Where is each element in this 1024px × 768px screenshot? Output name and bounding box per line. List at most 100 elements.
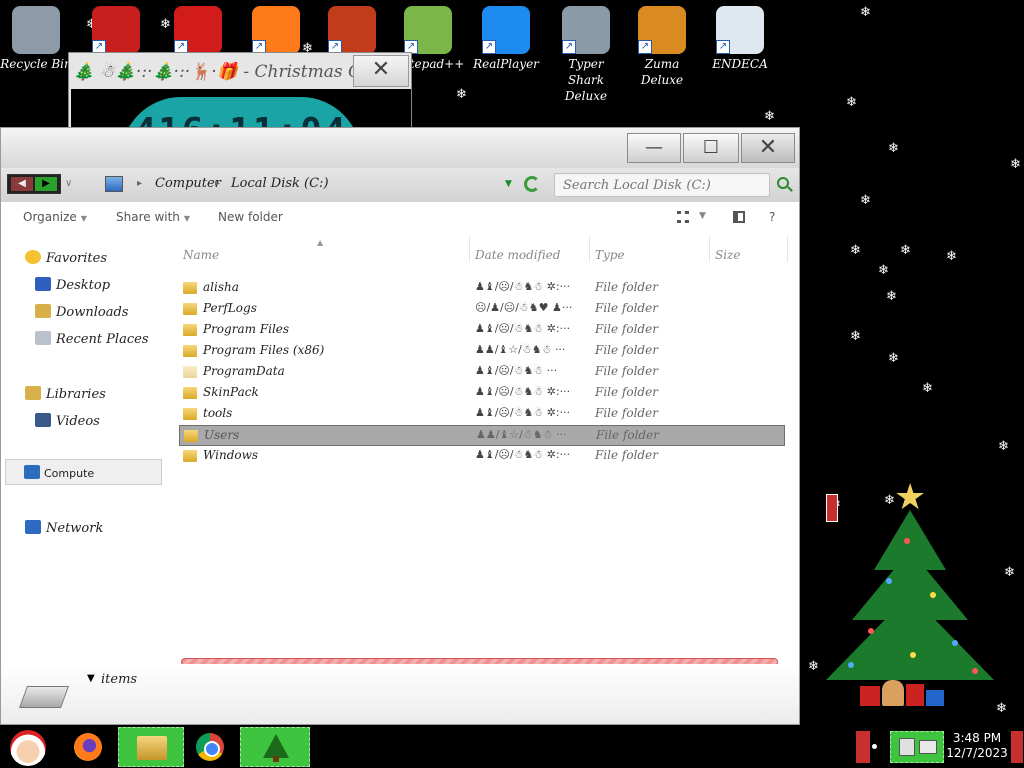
command-bar: Organize ▼ Share with ▼ New folder ▼ ? xyxy=(1,202,799,234)
back-button[interactable]: ◀ xyxy=(11,177,33,191)
start-button[interactable] xyxy=(2,726,54,768)
file-row-perflogs[interactable]: PerfLogs ☹/♟/☹/☃♞♥ ♟··· File folder xyxy=(179,299,785,320)
refresh-icon[interactable] xyxy=(524,176,540,192)
folder-icon xyxy=(183,282,197,294)
taskbar-firefox[interactable] xyxy=(68,727,108,767)
desktop-icon-recycle-bin[interactable]: Recycle Bin xyxy=(0,6,72,72)
share-with-button[interactable]: Share with ▼ xyxy=(116,210,190,224)
file-row-users[interactable]: Users ♟♟/♝☆/☃♞☃ ··· File folder xyxy=(179,425,785,446)
taskbar-explorer[interactable] xyxy=(118,727,184,767)
maximize-button[interactable]: ☐ xyxy=(683,133,739,163)
nav-libraries-label: Libraries xyxy=(46,387,106,402)
file-type: File folder xyxy=(595,385,658,399)
explorer-titlebar[interactable]: — ☐ ✕ xyxy=(1,128,799,168)
breadcrumb-separator-icon[interactable]: ▸ xyxy=(137,178,142,189)
clock[interactable]: 3:48 PM 12/7/2023 xyxy=(944,731,1010,761)
file-row-program-files[interactable]: Program Files ♟♝/☹/☃♞☃ ✲:··· File folder xyxy=(179,320,785,341)
desktop-icon-icon-2[interactable]: ↗ xyxy=(80,6,152,54)
file-row-programdata[interactable]: ProgramData ♟♝/☹/☃♞☃ ··· File folder xyxy=(179,362,785,383)
taskbar-christmas-countdown[interactable] xyxy=(240,727,310,767)
column-type[interactable]: Type xyxy=(595,248,625,262)
desktop-icon-realplayer[interactable]: ↗ RealPlayer xyxy=(470,6,542,72)
minimize-button[interactable]: — xyxy=(627,133,681,163)
folder-icon xyxy=(183,345,197,357)
volume-icon[interactable] xyxy=(919,740,937,754)
file-type: File folder xyxy=(595,322,658,336)
nav-recent-places-label: Recent Places xyxy=(56,332,149,347)
desktop-icon-zuma-deluxe[interactable]: ↗ Zuma Deluxe xyxy=(626,6,698,88)
column-divider[interactable] xyxy=(469,236,470,262)
close-button[interactable]: ✕ xyxy=(741,133,795,163)
snowflake-icon: ❄ xyxy=(850,243,861,258)
help-icon[interactable]: ? xyxy=(769,210,775,224)
folder-icon xyxy=(183,450,197,462)
countdown-close-button[interactable]: ✕ xyxy=(353,55,409,87)
forward-button[interactable]: ▶ xyxy=(35,177,57,191)
column-date-modified[interactable]: Date modified xyxy=(475,248,560,262)
desktop-icon-typer-shark[interactable]: ↗ Typer Shark Deluxe xyxy=(550,6,622,104)
desktop-icon-icon-torii[interactable]: ↗ xyxy=(316,6,388,54)
column-size[interactable]: Size xyxy=(715,248,740,262)
icon-red-creature-icon: ↗ xyxy=(174,6,222,54)
organize-label: Organize xyxy=(23,210,77,224)
show-desktop-button[interactable] xyxy=(1011,731,1023,763)
column-divider[interactable] xyxy=(709,236,710,262)
santa-icon xyxy=(10,730,46,766)
nav-favorites[interactable]: Favorites xyxy=(25,250,107,270)
column-divider[interactable] xyxy=(589,236,590,262)
taskbar-chrome[interactable] xyxy=(190,727,230,767)
file-row-program-files-x86-[interactable]: Program Files (x86) ♟♟/♝☆/☃♞☃ ··· File fol… xyxy=(179,341,785,362)
breadcrumb-computer[interactable]: Computer xyxy=(155,176,221,191)
desktop-icon-label: Zuma Deluxe xyxy=(640,57,684,87)
recent-pages-dropdown[interactable]: ∨ xyxy=(65,178,72,189)
file-row-windows[interactable]: Windows ♟♝/☹/☃♞☃ ✲:··· File folder xyxy=(179,446,785,467)
snowflake-icon: ❄ xyxy=(860,5,871,20)
drive-icon xyxy=(18,686,70,708)
status-triangle-icon: ▼ xyxy=(87,673,95,684)
file-name: Windows xyxy=(203,448,259,462)
desktop-icon-icon-red-creature[interactable]: ↗ xyxy=(162,6,234,54)
search-input[interactable] xyxy=(563,176,763,194)
nav-libraries[interactable]: Libraries xyxy=(25,386,106,406)
file-date: ♟♟/♝☆/☃♞☃ ··· xyxy=(475,343,566,356)
nav-videos[interactable]: Videos xyxy=(35,413,100,433)
snowflake-icon: ❄ xyxy=(846,95,857,110)
network-icon xyxy=(25,520,41,534)
column-name[interactable]: Name xyxy=(183,248,219,262)
view-options-dropdown-icon[interactable]: ▼ xyxy=(699,211,706,221)
network-icon[interactable] xyxy=(899,738,915,756)
breadcrumb-separator-icon[interactable]: ▸ xyxy=(215,178,220,189)
organize-button[interactable]: Organize ▼ xyxy=(23,210,87,224)
breadcrumb-local-disk[interactable]: Local Disk (C:) xyxy=(231,176,329,191)
file-row-alisha[interactable]: alisha ♟♝/☹/☃♞☃ ✲:··· File folder xyxy=(179,278,785,299)
zuma-deluxe-icon: ↗ xyxy=(638,6,686,54)
address-dropdown-icon[interactable]: ▼ xyxy=(505,179,512,189)
nav-downloads[interactable]: Downloads xyxy=(35,304,128,324)
nav-network[interactable]: Network xyxy=(25,520,103,540)
ornament xyxy=(930,592,936,598)
shortcut-arrow-icon: ↗ xyxy=(482,40,496,54)
change-view-icon[interactable] xyxy=(677,211,689,223)
desktop-icon-endeca[interactable]: ↗ ENDECA xyxy=(704,6,776,72)
desktop-icon-icon-firefox[interactable]: ↗ xyxy=(240,6,312,54)
column-divider[interactable] xyxy=(787,236,788,262)
new-folder-button[interactable]: New folder xyxy=(218,210,283,224)
gift-box xyxy=(906,684,924,706)
file-row-tools[interactable]: tools ♟♝/☹/☃♞☃ ✲:··· File folder xyxy=(179,404,785,425)
explorer-window[interactable]: — ☐ ✕ ◀ ▶ ∨ ▸ Computer ▸ Local Disk (C:)… xyxy=(0,127,800,725)
search-box[interactable] xyxy=(554,173,770,197)
nav-desktop[interactable]: Desktop xyxy=(35,277,110,297)
icon-2-icon: ↗ xyxy=(92,6,140,54)
clock-time: 3:48 PM xyxy=(952,731,1002,745)
file-name: Users xyxy=(204,428,240,442)
file-date: ♟♝/☹/☃♞☃ ✲:··· xyxy=(475,448,571,461)
preview-pane-icon[interactable] xyxy=(733,211,745,223)
chevron-down-icon: ▼ xyxy=(183,214,191,223)
search-icon[interactable] xyxy=(777,177,789,189)
desktop: ❄❄❄❄❄❄❄❄❄❄❄❄❄❄❄❄❄❄❄❄❄❄❄❄ Recycle Bin↗↗↗↗… xyxy=(0,0,1024,768)
file-row-skinpack[interactable]: SkinPack ♟♝/☹/☃♞☃ ✲:··· File folder xyxy=(179,383,785,404)
desktop-icon-label: Typer Shark Deluxe xyxy=(564,57,608,103)
nav-recent-places[interactable]: Recent Places xyxy=(35,331,149,351)
nav-computer[interactable]: Compute xyxy=(5,459,162,485)
nav-downloads-label: Downloads xyxy=(56,305,129,320)
